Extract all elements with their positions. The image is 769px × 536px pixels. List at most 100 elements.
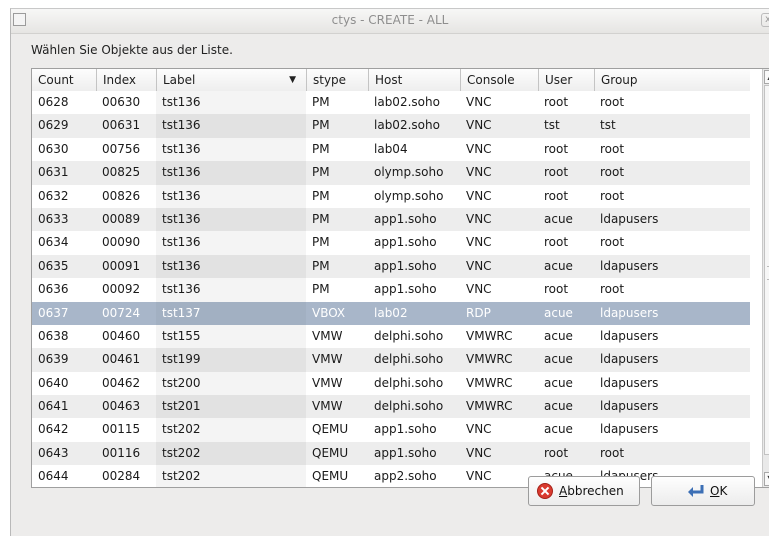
scroll-up-button[interactable]: ▲ — [764, 70, 769, 84]
cell-index: 00116 — [102, 445, 141, 460]
table-row[interactable]: 0629 00631 tst136 PM lab02.soho VNC tst tst — [32, 114, 750, 138]
cell-host: delphi.soho — [374, 399, 444, 414]
cell-console: VNC — [466, 118, 492, 133]
cell-console: VNC — [466, 422, 492, 437]
table-row[interactable]: 0631 00825 tst136 PM olymp.soho VNC root root — [32, 161, 750, 185]
cell-host: olymp.soho — [374, 188, 444, 203]
cell-index: 00462 — [102, 375, 141, 390]
cell-label: tst202 — [156, 441, 306, 466]
column-header-group[interactable]: Group — [594, 69, 750, 91]
cell-host: lab02.soho — [374, 95, 440, 109]
table-row[interactable]: 0635 00091 tst136 PM app1.soho VNC acue ldapuse… — [32, 254, 750, 279]
table-row[interactable]: 0641 00463 tst201 VMW delphi.soho VMWRC acue ld… — [32, 395, 750, 419]
table-row[interactable]: 0628 00630 tst136 PM lab02.soho VNC root root — [32, 91, 750, 115]
cell-label: tst136 — [156, 161, 306, 185]
cell-index: 00089 — [102, 211, 141, 226]
enter-arrow-icon — [688, 485, 704, 497]
table-row[interactable]: 0633 00089 tst136 PM app1.soho VNC acue ldapuse… — [32, 207, 750, 232]
cell-index: 00463 — [102, 399, 141, 414]
cell-label: tst201 — [156, 395, 306, 419]
column-header-count[interactable]: Count — [32, 69, 96, 91]
cell-index: 00826 — [102, 188, 141, 203]
cell-console: VNC — [466, 469, 492, 484]
cell-stype: QEMU — [312, 469, 349, 484]
close-button[interactable]: x — [761, 13, 769, 27]
column-header-console[interactable]: Console — [460, 69, 538, 91]
cell-stype: PM — [312, 235, 330, 250]
cell-group: root — [600, 235, 625, 250]
cell-label: tst202 — [156, 465, 306, 487]
table-row[interactable]: 0636 00092 tst136 PM app1.soho VNC root root — [32, 278, 750, 302]
cell-index: 00756 — [102, 141, 141, 156]
table-row[interactable]: 0630 00756 tst136 PM lab04 VNC root root — [32, 137, 750, 162]
table-row[interactable]: 0634 00090 tst136 PM app1.soho VNC root root — [32, 231, 750, 255]
ok-button[interactable]: OK — [651, 476, 755, 506]
table-row[interactable]: 0632 00826 tst136 PM olymp.soho VNC root root — [32, 184, 750, 208]
cell-user: acue — [544, 328, 573, 343]
cell-stype: PM — [312, 188, 330, 203]
cell-count: 0643 — [38, 445, 69, 460]
cell-user: acue — [544, 305, 573, 320]
sort-descending-icon: ▼ — [289, 75, 296, 85]
instruction-label: Wählen Sie Objekte aus der Liste. — [31, 43, 233, 57]
column-header-host[interactable]: Host — [368, 69, 460, 91]
table-row[interactable]: 0639 00461 tst199 VMW delphi.soho VMWRC acue ld… — [32, 348, 750, 372]
cell-user: root — [544, 165, 569, 180]
cell-host: lab04 — [374, 141, 408, 156]
cell-console: VNC — [466, 258, 492, 273]
cell-user: root — [544, 141, 569, 156]
cell-count: 0642 — [38, 422, 69, 437]
cell-count: 0644 — [38, 469, 69, 484]
cell-host: app1.soho — [374, 235, 437, 250]
cell-label: tst200 — [156, 371, 306, 396]
scrollbar-thumb[interactable] — [764, 85, 769, 455]
object-table[interactable]: Count Index Label ▼ stype Host Console U… — [31, 68, 769, 488]
cell-user: root — [544, 235, 569, 250]
cell-host: delphi.soho — [374, 352, 444, 367]
cell-console: VMWRC — [466, 352, 513, 367]
cell-label: tst136 — [156, 254, 306, 279]
cell-console: VMWRC — [466, 328, 513, 343]
scroll-down-button[interactable]: ▼ — [764, 472, 769, 486]
cell-host: app1.soho — [374, 282, 437, 297]
cell-user: acue — [544, 258, 573, 273]
cell-index: 00090 — [102, 235, 141, 250]
cell-user: tst — [544, 118, 560, 133]
cell-console: VNC — [466, 141, 492, 156]
table-row[interactable]: 0637 00724 tst137 VBOX lab02 RDP acue ldapusers — [32, 301, 750, 325]
cell-console: VNC — [466, 95, 492, 109]
table-row[interactable]: 0643 00116 tst202 QEMU app1.soho VNC root root — [32, 441, 750, 466]
cell-count: 0632 — [38, 188, 69, 203]
table-row[interactable]: 0640 00462 tst200 VMW delphi.soho VMWRC acue ld… — [32, 371, 750, 396]
cell-index: 00092 — [102, 282, 141, 297]
cell-stype: VMW — [312, 328, 343, 343]
cell-host: lab02.soho — [374, 118, 440, 133]
cell-host: delphi.soho — [374, 328, 444, 343]
table-row[interactable]: 064400284tst202QEMUapp2.sohoVNCacueldapu… — [32, 465, 750, 487]
cell-stype: PM — [312, 95, 330, 109]
table-row[interactable]: 0638 00460 tst155 VMW delphi.soho VMWRC acue ld… — [32, 324, 750, 349]
title-bar[interactable]: ctys - CREATE - ALL x — [11, 9, 769, 34]
table-row[interactable]: 0642 00115 tst202 QEMU app1.soho VNC acue ldapu… — [32, 418, 750, 442]
cell-user: root — [544, 445, 569, 460]
column-header-label[interactable]: Label ▼ — [156, 69, 306, 91]
cell-count: 0634 — [38, 235, 69, 250]
cell-count: 0635 — [38, 258, 69, 273]
vertical-scrollbar[interactable]: ▲ ▼ — [762, 69, 769, 487]
cell-group: tst — [600, 118, 616, 133]
cell-count: 0638 — [38, 328, 69, 343]
column-header-stype[interactable]: stype — [306, 69, 368, 91]
cell-index: 00630 — [102, 95, 141, 109]
cancel-button[interactable]: Abbrechen — [528, 476, 640, 506]
column-header-index[interactable]: Index — [96, 69, 156, 91]
cell-host: app2.soho — [374, 469, 437, 484]
cell-console: VNC — [466, 211, 492, 226]
cell-group: root — [600, 188, 625, 203]
column-header-user[interactable]: User — [538, 69, 594, 91]
cell-count: 0629 — [38, 118, 69, 133]
cell-stype: PM — [312, 282, 330, 297]
cell-label: tst136 — [156, 114, 306, 138]
cell-stype: PM — [312, 258, 330, 273]
cell-host: app1.soho — [374, 258, 437, 273]
cell-user: acue — [544, 422, 573, 437]
